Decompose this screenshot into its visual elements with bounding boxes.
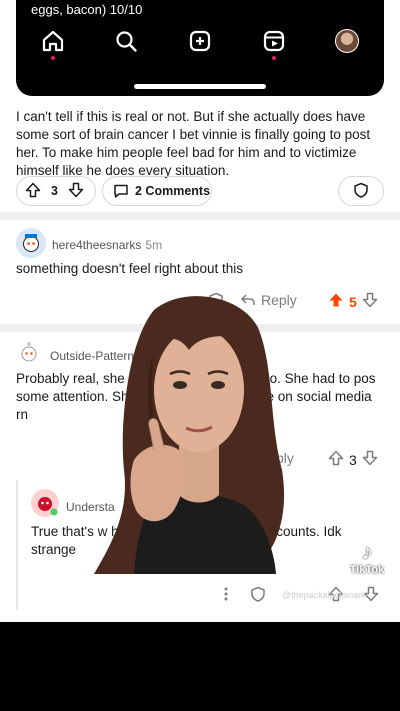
comment-meta: here4theesnarks 5m [52,236,162,254]
post-comment-text: I can't tell if this is real or not. But… [16,109,371,178]
search-icon[interactable] [113,28,139,54]
more-options-icon[interactable] [222,586,230,602]
mod-shield-button[interactable] [338,176,384,206]
embedded-phone-screenshot: eggs, bacon) 10/10 [0,0,400,100]
user-avatar[interactable] [16,340,42,366]
phone-caption: eggs, bacon) 10/10 [31,2,143,17]
home-notification-dot [51,56,55,60]
creator-watermark: @thepackalacksnark [282,590,366,600]
user-avatar[interactable] [16,228,46,258]
downvote-icon[interactable] [68,182,84,201]
bottom-letterbox [0,622,400,711]
phone-nav-bar [16,28,384,60]
comment-vote-group: 5 [328,292,378,311]
user-avatar[interactable] [30,488,60,518]
comment-vote-count: 3 [349,451,357,468]
post-vote-pill: 3 [16,176,96,206]
comment-text: something doesn't feel right about this [16,261,243,276]
downvote-icon[interactable] [362,292,378,311]
create-post-icon[interactable] [187,28,213,54]
post-vote-count: 3 [51,184,58,198]
thread-line [16,480,18,610]
comment-bubble-icon [113,183,129,199]
home-indicator [134,84,266,89]
reels-notification-dot [272,56,276,60]
upvote-active-icon[interactable] [328,292,344,311]
upvote-icon[interactable] [328,450,344,469]
home-icon[interactable] [40,28,66,54]
creator-video-overlay [94,290,290,574]
comments-button[interactable]: 2 Comments [102,176,212,206]
downvote-icon[interactable] [362,450,378,469]
comments-label: 2 Comments [135,184,211,198]
profile-avatar-icon[interactable] [334,28,360,54]
comment-username[interactable]: here4theesnarks [52,238,141,252]
tiktok-logo: ♪ TikTok [349,539,385,577]
section-divider [0,212,400,220]
upvote-icon[interactable] [25,182,41,201]
shield-icon[interactable] [250,586,266,602]
comment-vote-count: 5 [349,293,357,310]
phone-card: eggs, bacon) 10/10 [16,0,384,96]
comment-vote-group: 3 [328,450,378,469]
comment-time: 5m [145,238,163,252]
shield-icon [353,182,369,201]
reels-icon[interactable] [261,28,287,54]
